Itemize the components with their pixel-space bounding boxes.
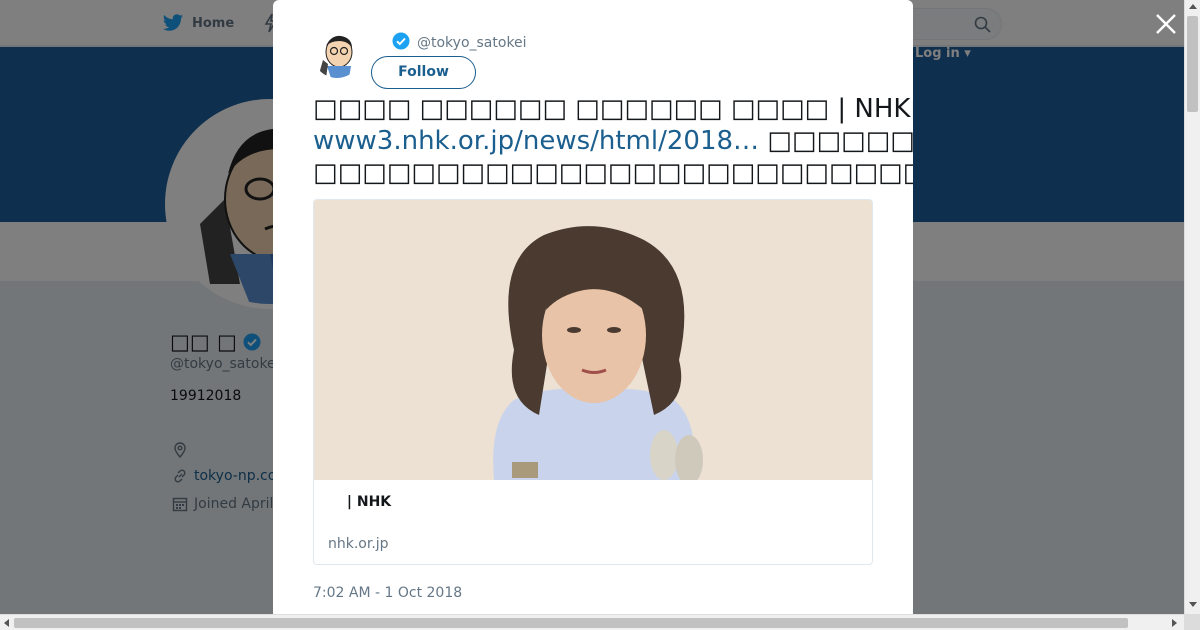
close-icon[interactable] (1154, 12, 1178, 36)
scroll-right-arrow[interactable] (1172, 619, 1177, 627)
follow-button[interactable]: Follow (371, 56, 476, 89)
tweet-text-line-2: www3.nhk.or.jp/news/html/2018… □□□□□□□□□… (313, 126, 913, 156)
card-domain: nhk.or.jp (328, 536, 389, 552)
verified-badge-icon (392, 32, 410, 50)
tweet-text: □□□□ □□□□□□ □□□□□□ □□□□ | NHK□□□□ www3.n… (313, 93, 913, 189)
scrollbar-thumb[interactable] (14, 618, 1128, 628)
card-title: | NHK (328, 494, 392, 510)
tweet-author-avatar[interactable] (313, 30, 361, 78)
vertical-scrollbar[interactable] (1184, 0, 1200, 614)
tweet-link[interactable]: www3.nhk.or.jp/news/html/2018… (313, 126, 759, 156)
tweet-text-line-1: □□□□ □□□□□□ □□□□□□ □□□□ | NHK□□□□ (313, 94, 913, 124)
tweet-timestamp[interactable]: 7:02 AM - 1 Oct 2018 (313, 585, 462, 601)
tweet-text-line-3: □□□□□□□□□□□□□□□□□□□□□□□□□□□□□□□□□□□□□□□□… (313, 158, 913, 188)
tweet-modal: @tokyo_satokei Follow □□□□ □□□□□□ □□□□□□… (273, 0, 913, 614)
card-image (314, 200, 872, 480)
caricature-avatar-small (313, 30, 361, 78)
horizontal-scrollbar[interactable] (0, 614, 1184, 630)
tweet-author-handle[interactable]: @tokyo_satokei (417, 35, 527, 51)
link-preview-card[interactable]: | NHK nhk.or.jp (313, 199, 873, 565)
scroll-down-arrow[interactable] (1189, 602, 1197, 607)
scrollbar-thumb[interactable] (1187, 16, 1198, 112)
scroll-up-arrow[interactable] (1189, 4, 1197, 9)
scrollbar-corner (1184, 614, 1200, 630)
scroll-left-arrow[interactable] (4, 619, 9, 627)
